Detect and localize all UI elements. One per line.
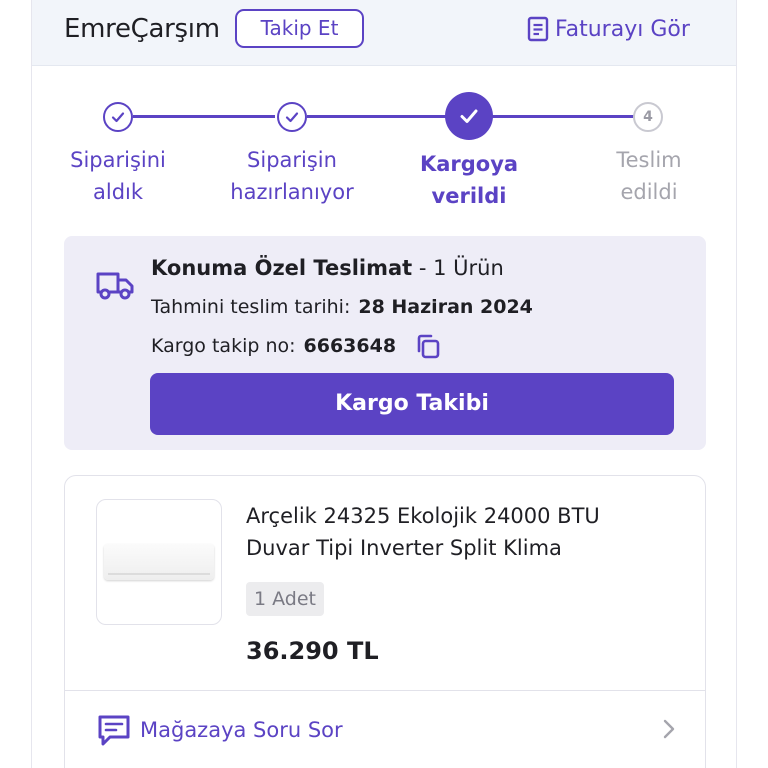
ask-store-question-row[interactable]: Mağazaya Soru Sor (96, 710, 676, 750)
chevron-right-icon (663, 719, 675, 739)
follow-button[interactable]: Takip Et (235, 9, 364, 48)
product-price: 36.290 TL (246, 637, 379, 665)
quantity-badge: 1 Adet (246, 582, 324, 616)
copy-icon[interactable] (414, 332, 442, 360)
view-invoice-link[interactable]: Faturayı Gör (527, 12, 690, 46)
step-2-check-icon (277, 102, 307, 132)
step-3-check-icon (445, 92, 493, 140)
step-1-check-icon (103, 102, 133, 132)
ask-store-label: Mağazaya Soru Sor (140, 718, 343, 742)
estimated-delivery: Tahmini teslim tarihi: 28 Haziran 2024 (151, 296, 533, 318)
chat-question-icon (98, 715, 130, 746)
air-conditioner-image (104, 544, 214, 580)
shipment-info-box: Konuma Özel Teslimat - 1 Ürün Tahmini te… (64, 236, 706, 450)
step-connector (133, 115, 275, 118)
step-label-preparing: Siparişin hazırlanıyor (230, 148, 354, 204)
step-label-shipped: Kargoya verildi (419, 152, 519, 208)
step-4-number: 4 (633, 102, 663, 132)
truck-icon (96, 272, 134, 300)
store-name[interactable]: EmreÇarşım (64, 12, 220, 46)
delivery-type: Konuma Özel Teslimat - 1 Ürün (151, 256, 504, 280)
invoice-label: Faturayı Gör (555, 16, 690, 42)
step-connector (492, 115, 634, 118)
order-card: EmreÇarşım Takip Et Faturayı Gör 4 Sipar… (31, 0, 737, 768)
invoice-icon (527, 16, 549, 42)
product-image[interactable] (96, 499, 222, 625)
store-header: EmreÇarşım Takip Et Faturayı Gör (32, 0, 736, 66)
track-shipment-button[interactable]: Kargo Takibi (150, 373, 674, 435)
order-status-stepper: 4 Siparişini aldık Siparişin hazırlanıyor … (32, 88, 736, 218)
product-name[interactable]: Arçelik 24325 Ekolojik 24000 BTU Duvar T… (246, 500, 666, 564)
step-label-received: Siparişini aldık (70, 148, 166, 204)
product-card: Arçelik 24325 Ekolojik 24000 BTU Duvar T… (64, 475, 706, 768)
step-connector (307, 115, 447, 118)
step-label-delivered: Teslim edildi (616, 148, 682, 204)
tracking-number: Kargo takip no: 6663648 (151, 335, 397, 357)
order-detail-page: EmreÇarşım Takip Et Faturayı Gör 4 Sipar… (0, 0, 768, 768)
divider (65, 690, 705, 691)
